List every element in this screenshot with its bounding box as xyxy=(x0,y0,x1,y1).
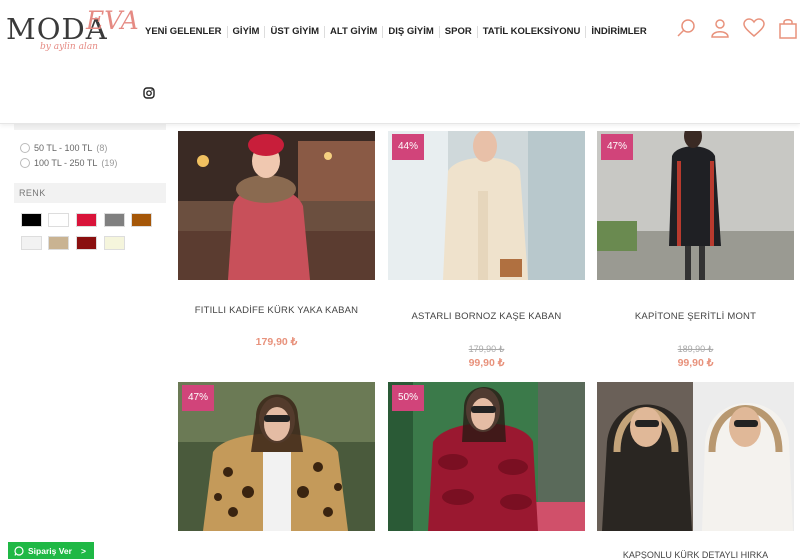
whatsapp-icon xyxy=(14,545,24,556)
product-image[interactable] xyxy=(597,382,794,531)
brand-accent: EVA xyxy=(86,6,139,35)
product-price: 99,90 ₺ xyxy=(677,357,714,369)
nav-item-spor[interactable]: SPOR xyxy=(440,26,478,38)
product-name-partial[interactable]: KAPŞONLU KÜRK DETAYLI HIRKA xyxy=(597,550,794,559)
radio-button[interactable] xyxy=(20,158,30,168)
product-image[interactable] xyxy=(178,131,375,280)
heart-icon[interactable] xyxy=(742,14,766,42)
brand-logo[interactable]: MODA EVA by aylin alan xyxy=(6,6,139,58)
brand-tagline: by aylin alan xyxy=(40,42,98,52)
user-icon[interactable] xyxy=(708,14,732,42)
nav-item-tatil-koleksiyonu[interactable]: TATİL KOLEKSİYONU xyxy=(478,26,587,38)
product-name[interactable]: KAPİTONE ŞERİTLİ MONT xyxy=(597,311,794,322)
color-swatch-cream[interactable] xyxy=(104,236,125,250)
color-swatch-red[interactable] xyxy=(76,213,97,227)
nav-item-indirimler[interactable]: İNDİRİMLER xyxy=(586,26,651,38)
nav-item-giyim[interactable]: GİYİM xyxy=(228,26,266,38)
price-option-100-250[interactable]: 100 TL - 250 TL (19) xyxy=(20,158,117,168)
price-option-label: 50 TL - 100 TL xyxy=(34,143,93,153)
product-price: 179,90 ₺ xyxy=(255,336,298,348)
color-swatch-gray[interactable] xyxy=(104,213,125,227)
radio-button[interactable] xyxy=(20,143,30,153)
product-name[interactable]: ASTARLI BORNOZ KAŞE KABAN xyxy=(388,311,585,322)
nav-item-yeni-gelenler[interactable]: YENİ GELENLER xyxy=(140,26,228,38)
header-icons xyxy=(674,14,800,42)
discount-badge: 44% xyxy=(392,134,424,160)
main-nav: YENİ GELENLER GİYİM ÜST GİYİM ALT GİYİM … xyxy=(140,26,652,38)
product-old-price: 189,90 ₺ xyxy=(677,344,714,354)
price-option-50-100[interactable]: 50 TL - 100 TL (8) xyxy=(20,143,107,153)
product-name[interactable]: FITILLI KADİFE KÜRK YAKA KABAN xyxy=(178,305,375,316)
product-image[interactable]: 47% xyxy=(597,131,794,280)
price-option-label: 100 TL - 250 TL xyxy=(34,158,98,168)
product-old-price: 179,90 ₺ xyxy=(468,344,505,354)
color-swatch-black[interactable] xyxy=(21,213,42,227)
discount-badge: 50% xyxy=(392,385,424,411)
price-option-count: (8) xyxy=(96,143,108,153)
product-image[interactable]: 50% xyxy=(388,382,585,531)
discount-badge: 47% xyxy=(182,385,214,411)
nav-item-alt-giyim[interactable]: ALT GİYİM xyxy=(325,26,384,38)
nav-item-dis-giyim[interactable]: DIŞ GİYİM xyxy=(383,26,440,38)
color-swatch-white[interactable] xyxy=(48,213,69,227)
site-header: MODA EVA by aylin alan YENİ GELENLER GİY… xyxy=(0,0,800,124)
color-swatch-light-gray[interactable] xyxy=(21,236,42,250)
discount-badge: 47% xyxy=(601,134,633,160)
color-swatch-brown[interactable] xyxy=(131,213,152,227)
nav-item-ust-giyim[interactable]: ÜST GİYİM xyxy=(265,26,326,38)
color-swatch-beige[interactable] xyxy=(48,236,69,250)
arrow-icon: > xyxy=(81,545,86,556)
price-option-count: (19) xyxy=(101,158,118,168)
whatsapp-label: Sipariş Ver xyxy=(28,545,72,556)
filter-sidebar: FİYAT ARALIĞI 50 TL - 100 TL (8) 100 TL … xyxy=(0,110,170,260)
color-swatch-burgundy[interactable] xyxy=(76,236,97,250)
search-icon[interactable] xyxy=(674,14,698,42)
whatsapp-order-button[interactable]: Sipariş Ver > xyxy=(8,542,94,559)
bag-icon[interactable] xyxy=(776,14,800,42)
color-filter-title: RENK xyxy=(14,183,166,203)
instagram-icon[interactable] xyxy=(143,86,155,99)
product-price: 99,90 ₺ xyxy=(468,357,505,369)
product-image[interactable]: 47% xyxy=(178,382,375,531)
product-image[interactable]: 44% xyxy=(388,131,585,280)
